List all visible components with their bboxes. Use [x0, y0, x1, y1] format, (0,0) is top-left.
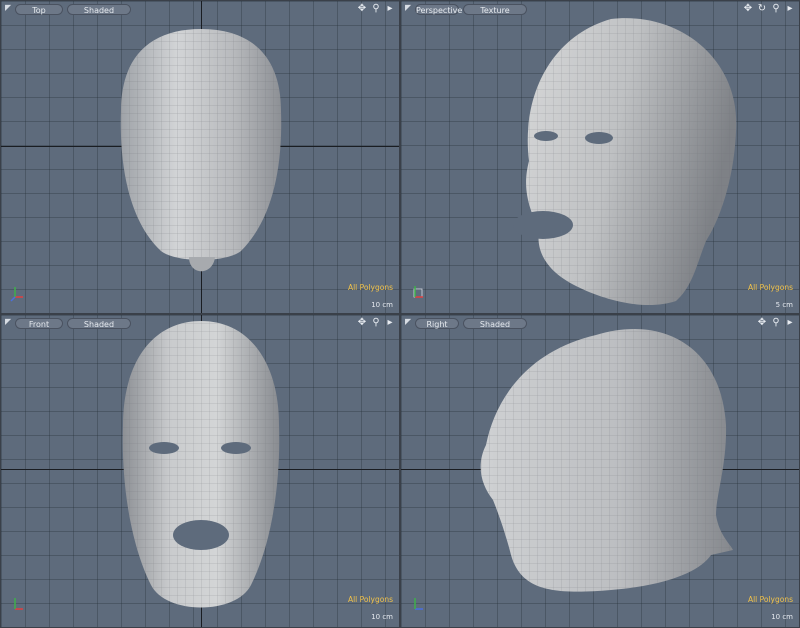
head-mesh-top: [120, 29, 282, 272]
triangle-menu-icon[interactable]: ◤: [5, 318, 13, 326]
triangle-menu-icon[interactable]: ◤: [405, 4, 413, 12]
viewport-front[interactable]: ◤ Front Shaded ✥ ⚲ ▸ All Polygons 10 cm: [0, 314, 400, 628]
viewport-header: ◤ Top Shaded ✥ ⚲ ▸: [1, 1, 399, 17]
rotate-view-icon[interactable]: ↻: [757, 3, 767, 15]
zoom-magnifier-icon[interactable]: ⚲: [771, 3, 781, 15]
axis-gizmo: [14, 598, 23, 610]
viewport-right[interactable]: ◤ Right Shaded ✥ ⚲ ▸ All Polygons 10 cm: [400, 314, 800, 628]
view-tools: ✥ ⚲ ▸: [757, 317, 795, 329]
shading-selector[interactable]: Shaded: [463, 318, 527, 329]
zoom-magnifier-icon[interactable]: ⚲: [371, 3, 381, 15]
view-selector[interactable]: Perspective: [415, 4, 462, 15]
viewport-grid: ◤ Top Shaded ✥ ⚲ ▸ All Polygons 10 cm ◤ …: [0, 0, 800, 628]
viewport-header: ◤ Right Shaded ✥ ⚲ ▸: [401, 315, 799, 331]
viewport-top[interactable]: ◤ Top Shaded ✥ ⚲ ▸ All Polygons 10 cm: [0, 0, 400, 314]
grid-scale-label: 10 cm: [371, 301, 393, 309]
grid-scale-label: 10 cm: [771, 613, 793, 621]
head-mesh-right: [480, 329, 733, 592]
pan-move-icon[interactable]: ✥: [757, 317, 767, 329]
pan-move-icon[interactable]: ✥: [357, 317, 367, 329]
axis-gizmo: [413, 286, 423, 298]
axis-gizmo: [414, 598, 423, 610]
polygon-mode-status: All Polygons: [747, 595, 793, 604]
more-arrow-icon[interactable]: ▸: [385, 3, 395, 15]
grid-scale-label: 10 cm: [371, 613, 393, 621]
zoom-magnifier-icon[interactable]: ⚲: [371, 317, 381, 329]
polygon-mode-status: All Polygons: [747, 283, 793, 292]
polygon-mode-status: All Polygons: [347, 595, 393, 604]
more-arrow-icon[interactable]: ▸: [785, 317, 795, 329]
zoom-magnifier-icon[interactable]: ⚲: [771, 317, 781, 329]
view-selector[interactable]: Right: [415, 318, 459, 329]
head-mesh-front: [122, 321, 280, 608]
view-selector[interactable]: Top: [15, 4, 63, 15]
view-tools: ✥ ⚲ ▸: [357, 3, 395, 15]
viewport-header: ◤ Front Shaded ✥ ⚲ ▸: [1, 315, 399, 331]
viewport-header: ◤ Perspective Texture ✥ ↻ ⚲ ▸: [401, 1, 799, 17]
viewport-perspective[interactable]: ◤ Perspective Texture ✥ ↻ ⚲ ▸ All Polygo…: [400, 0, 800, 314]
more-arrow-icon[interactable]: ▸: [785, 3, 795, 15]
shading-selector[interactable]: Shaded: [67, 318, 131, 329]
pan-move-icon[interactable]: ✥: [357, 3, 367, 15]
head-mesh-perspective: [513, 18, 737, 306]
shading-selector[interactable]: Shaded: [67, 4, 131, 15]
polygon-mode-status: All Polygons: [347, 283, 393, 292]
shading-selector[interactable]: Texture: [463, 4, 527, 15]
view-selector[interactable]: Front: [15, 318, 63, 329]
more-arrow-icon[interactable]: ▸: [385, 317, 395, 329]
grid-scale-label: 5 cm: [775, 301, 793, 309]
triangle-menu-icon[interactable]: ◤: [405, 318, 413, 326]
axis-gizmo: [10, 287, 23, 302]
view-tools: ✥ ↻ ⚲ ▸: [743, 3, 795, 15]
view-tools: ✥ ⚲ ▸: [357, 317, 395, 329]
pan-move-icon[interactable]: ✥: [743, 3, 753, 15]
triangle-menu-icon[interactable]: ◤: [5, 4, 13, 12]
